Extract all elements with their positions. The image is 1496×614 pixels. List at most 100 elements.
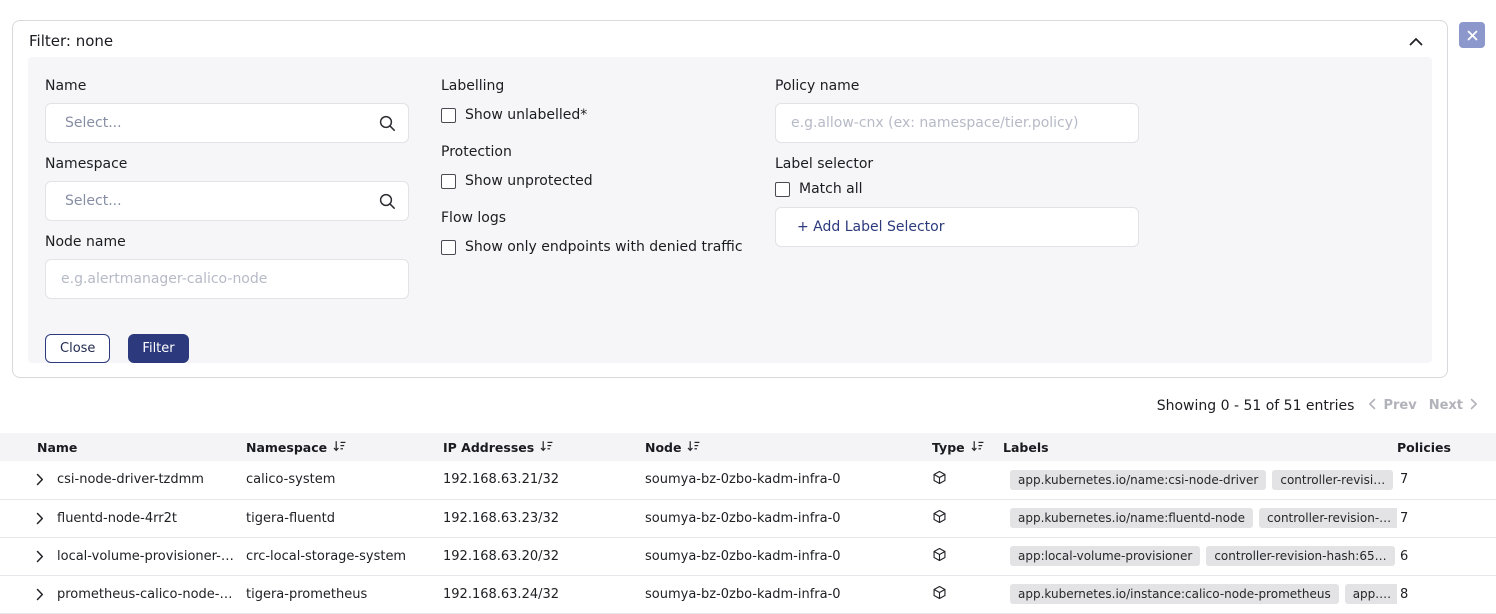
filter-panel-header: Filter: none xyxy=(13,21,1447,57)
endpoint-namespace: tigera-fluentd xyxy=(246,511,335,526)
node-name-field-label: Node name xyxy=(45,234,409,251)
policy-name-input-wrap xyxy=(775,103,1139,143)
endpoint-node: soumya-bz-0zbo-kadm-infra-0 xyxy=(645,549,841,564)
table-row[interactable]: fluentd-node-4rr2t tigera-fluentd 192.16… xyxy=(0,499,1496,537)
column-header-node[interactable]: Node xyxy=(645,433,930,461)
next-page-button[interactable]: Next xyxy=(1429,398,1478,414)
sort-icon xyxy=(540,440,553,455)
name-select-input[interactable] xyxy=(45,103,409,143)
label-chip: app.kubernetes.io/name:csi-node-driver xyxy=(1010,470,1266,490)
search-icon xyxy=(379,193,396,210)
endpoint-name: fluentd-node-4rr2t xyxy=(57,511,177,526)
show-unlabelled-checkbox[interactable] xyxy=(441,108,456,123)
node-name-input[interactable] xyxy=(45,259,409,299)
pod-icon xyxy=(932,585,947,604)
policies-count: 7 xyxy=(1400,511,1408,526)
column-header-name: Name xyxy=(0,433,246,461)
chevron-right-icon xyxy=(36,474,44,487)
name-select-wrap xyxy=(45,103,409,143)
endpoint-namespace: crc-local-storage-system xyxy=(246,549,406,564)
pagination-bar: Showing 0 - 51 of 51 entries Prev Next xyxy=(0,378,1496,433)
endpoint-ip: 192.168.63.20/32 xyxy=(443,549,559,564)
labels-list: app:local-volume-provisioner controller-… xyxy=(1003,546,1395,566)
expand-row-button[interactable] xyxy=(36,550,44,563)
filter-column-left: Name Namespace Node name xyxy=(45,78,409,363)
show-unprotected-checkbox[interactable] xyxy=(441,174,456,189)
label-chip: app.… xyxy=(1345,584,1397,604)
label-chip: app.kubernetes.io/instance:calico-node-p… xyxy=(1010,584,1339,604)
denied-traffic-option: Show only endpoints with denied traffic xyxy=(441,239,743,255)
filter-area: Filter: none Name Namespace xyxy=(0,0,1496,378)
column-header-namespace[interactable]: Namespace xyxy=(246,433,443,461)
endpoint-namespace: calico-system xyxy=(246,472,335,487)
collapse-panel-button[interactable] xyxy=(1405,35,1427,48)
endpoint-name: local-volume-provisioner-… xyxy=(57,549,234,564)
table-row[interactable]: local-volume-provisioner-… crc-local-sto… xyxy=(0,537,1496,575)
next-label: Next xyxy=(1429,398,1463,413)
node-name-input-wrap xyxy=(45,259,409,299)
close-button[interactable]: Close xyxy=(45,334,110,363)
match-all-checkbox[interactable] xyxy=(775,182,790,197)
label-chip: app.kubernetes.io/name:fluentd-node xyxy=(1010,508,1253,528)
endpoint-name: prometheus-calico-node-… xyxy=(57,587,232,602)
name-field-label: Name xyxy=(45,78,409,95)
add-label-selector-button[interactable]: + Add Label Selector xyxy=(775,207,1139,247)
filter-panel-title: Filter: none xyxy=(29,32,113,50)
show-unlabelled-label: Show unlabelled* xyxy=(465,107,587,123)
pod-icon xyxy=(932,547,947,566)
expand-row-button[interactable] xyxy=(36,473,44,486)
filter-column-right: Policy name Label selector Match all + A… xyxy=(775,78,1139,363)
endpoint-node: soumya-bz-0zbo-kadm-infra-0 xyxy=(645,472,841,487)
sort-icon xyxy=(333,440,346,455)
label-chip: controller-revision-hash:65… xyxy=(1206,546,1394,566)
column-header-labels: Labels xyxy=(1003,433,1397,461)
endpoint-ip: 192.168.63.21/32 xyxy=(443,472,559,487)
chevron-up-icon xyxy=(1409,34,1423,49)
chevron-right-icon xyxy=(36,589,44,602)
expand-row-button[interactable] xyxy=(36,512,44,525)
endpoint-node: soumya-bz-0zbo-kadm-infra-0 xyxy=(645,587,841,602)
label-selector-field-label: Label selector xyxy=(775,156,1139,173)
match-all-option: Match all xyxy=(775,181,1139,197)
policies-count: 7 xyxy=(1400,472,1408,487)
entries-summary: Showing 0 - 51 of 51 entries xyxy=(1157,398,1355,414)
show-unlabelled-option: Show unlabelled* xyxy=(441,107,743,123)
policy-name-input[interactable] xyxy=(775,103,1139,143)
prev-label: Prev xyxy=(1383,398,1416,413)
protection-section-label: Protection xyxy=(441,144,743,161)
label-chip: controller-revision-… xyxy=(1259,508,1397,528)
label-chip: app:local-volume-provisioner xyxy=(1010,546,1200,566)
chevron-right-icon xyxy=(36,551,44,564)
chevron-right-icon xyxy=(1470,398,1478,414)
expand-row-button[interactable] xyxy=(36,588,44,601)
column-header-ip-addresses[interactable]: IP Addresses xyxy=(443,433,645,461)
denied-traffic-checkbox[interactable] xyxy=(441,240,456,255)
policies-count: 8 xyxy=(1400,587,1408,602)
show-unprotected-label: Show unprotected xyxy=(465,173,593,189)
filter-form: Name Namespace Node name xyxy=(28,57,1432,363)
close-filter-panel-button[interactable] xyxy=(1459,22,1485,48)
filter-actions: Close Filter xyxy=(45,334,409,363)
pod-icon xyxy=(932,470,947,489)
namespace-field-label: Namespace xyxy=(45,156,409,173)
flow-logs-section-label: Flow logs xyxy=(441,210,743,227)
endpoint-ip: 192.168.63.23/32 xyxy=(443,511,559,526)
pod-icon xyxy=(932,509,947,528)
denied-traffic-label: Show only endpoints with denied traffic xyxy=(465,239,743,255)
table-row[interactable]: csi-node-driver-tzdmm calico-system 192.… xyxy=(0,461,1496,499)
endpoint-ip: 192.168.63.24/32 xyxy=(443,587,559,602)
namespace-select-wrap xyxy=(45,181,409,221)
labelling-section-label: Labelling xyxy=(441,78,743,95)
table-row[interactable]: prometheus-calico-node-… tigera-promethe… xyxy=(0,575,1496,613)
column-header-policies: Policies xyxy=(1397,433,1496,461)
endpoint-name: csi-node-driver-tzdmm xyxy=(57,472,204,487)
prev-page-button[interactable]: Prev xyxy=(1368,398,1416,414)
endpoint-namespace: tigera-prometheus xyxy=(246,587,367,602)
namespace-select-input[interactable] xyxy=(45,181,409,221)
close-icon xyxy=(1467,30,1478,41)
filter-button[interactable]: Filter xyxy=(128,334,188,363)
column-header-type[interactable]: Type xyxy=(930,433,1003,461)
label-chip: controller-revisi… xyxy=(1272,470,1393,490)
labels-list: app.kubernetes.io/name:csi-node-driver c… xyxy=(1003,470,1393,490)
endpoint-node: soumya-bz-0zbo-kadm-infra-0 xyxy=(645,511,841,526)
